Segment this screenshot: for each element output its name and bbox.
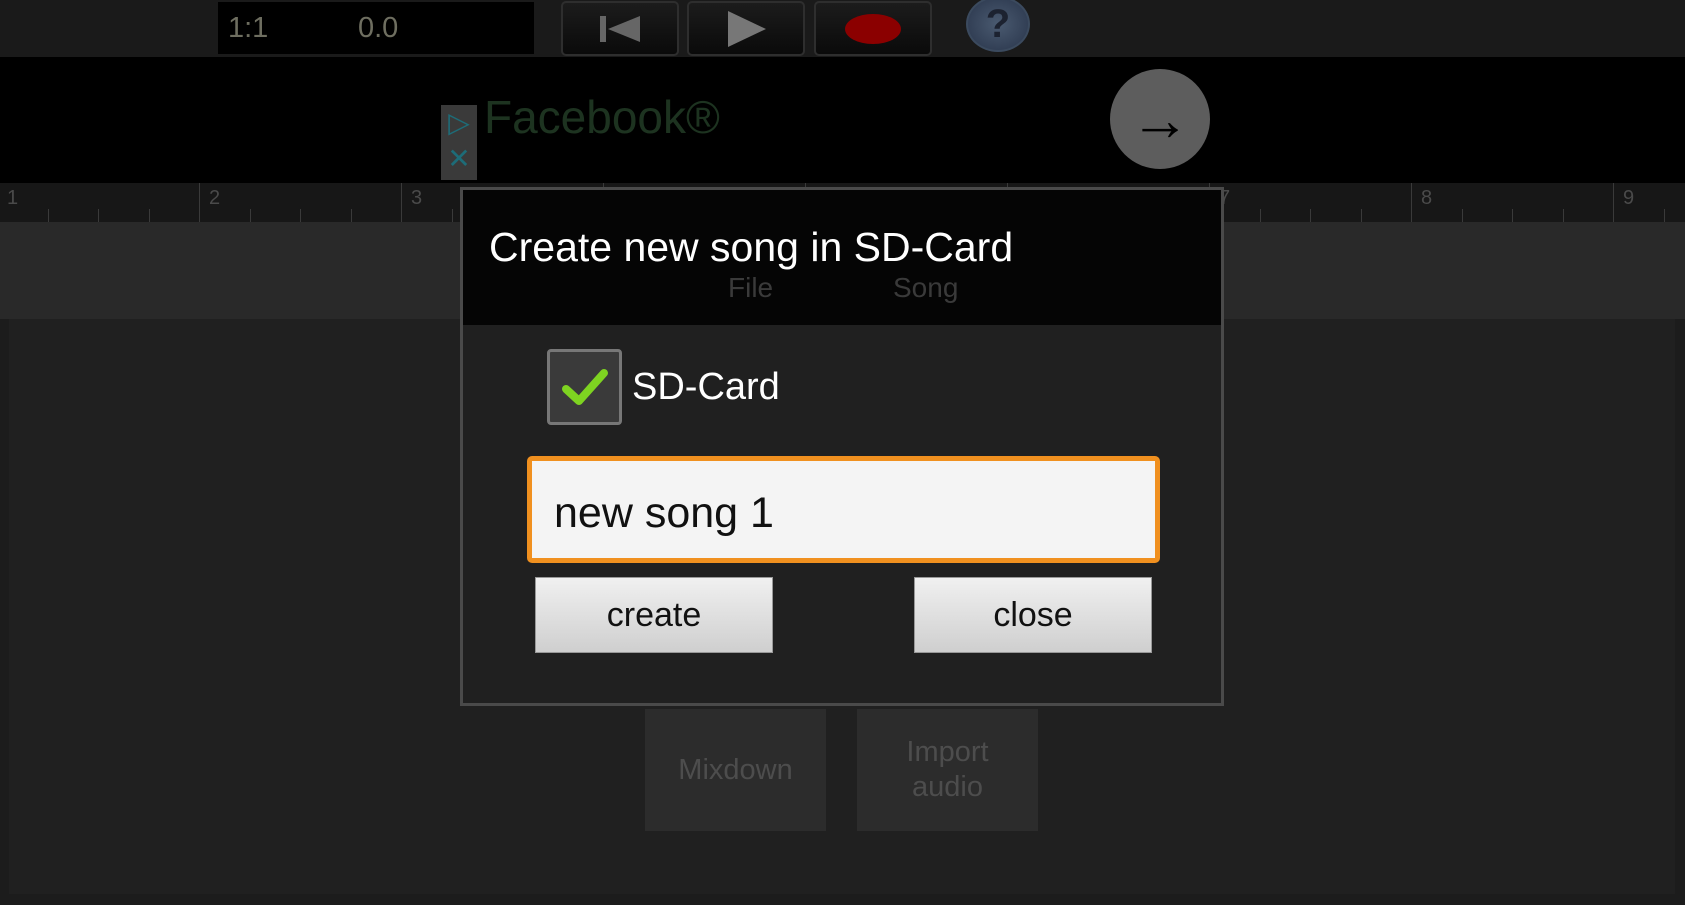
- bar-number: 8: [1421, 187, 1433, 209]
- help-icon: ?: [985, 1, 1011, 46]
- dialog-header: Create new song in SD-Card: [463, 190, 1221, 325]
- time-display: 1:1 0.0: [218, 2, 534, 54]
- beat-tick: [451, 209, 453, 222]
- create-button[interactable]: create: [535, 577, 773, 653]
- beat-tick: [47, 209, 49, 222]
- bar-number: 1: [7, 187, 19, 209]
- ad-choices[interactable]: ▷ ✕: [441, 105, 477, 180]
- help-button[interactable]: ?: [966, 0, 1030, 52]
- beat-tick: [1461, 209, 1463, 222]
- beat-tick: [1663, 209, 1665, 222]
- rewind-button[interactable]: [561, 1, 679, 56]
- beat-tick: [1259, 209, 1261, 222]
- bar-line: [199, 183, 200, 222]
- beat-tick: [1360, 209, 1362, 222]
- play-button[interactable]: [687, 1, 805, 56]
- ad-choices-icon: ▷: [448, 107, 470, 138]
- bar-line: [401, 183, 402, 222]
- record-button[interactable]: [814, 1, 932, 56]
- arrow-right-icon[interactable]: →: [1110, 69, 1210, 169]
- sd-card-label[interactable]: SD-Card: [632, 366, 780, 409]
- dialog-title: Create new song in SD-Card: [489, 224, 1014, 270]
- beat-tick: [1512, 209, 1513, 222]
- checkmark-icon: [561, 369, 608, 405]
- position-readout: 1:1: [228, 12, 269, 44]
- bar-number: 9: [1623, 187, 1635, 209]
- ad-banner[interactable]: [0, 57, 1685, 183]
- play-icon: [728, 10, 766, 47]
- beat-tick: [300, 209, 301, 222]
- skip-back-icon: [600, 15, 640, 42]
- close-icon[interactable]: ✕: [441, 141, 477, 177]
- beat-tick: [350, 209, 352, 222]
- beat-tick: [148, 209, 150, 222]
- bar-line: [1613, 183, 1614, 222]
- beat-tick: [249, 209, 251, 222]
- song-name-input[interactable]: new song 1: [527, 456, 1160, 563]
- beat-tick: [1562, 209, 1564, 222]
- close-button[interactable]: close: [914, 577, 1152, 653]
- beat-tick: [98, 209, 99, 222]
- bar-number: 3: [411, 187, 423, 209]
- bar-line: [1411, 183, 1412, 222]
- tab-file[interactable]: File: [728, 272, 773, 304]
- create-song-dialog: Create new song in SD-Card SD-Card new s…: [460, 187, 1224, 706]
- sd-card-checkbox[interactable]: [547, 349, 622, 425]
- time-readout: 0.0: [358, 12, 399, 44]
- record-icon: [845, 13, 901, 44]
- transport-bar: 1:1 0.0 ?: [0, 0, 1685, 57]
- mixdown-button[interactable]: Mixdown: [645, 709, 826, 831]
- bar-number: 2: [209, 187, 221, 209]
- ad-text[interactable]: Facebook®: [484, 90, 720, 144]
- import-audio-button[interactable]: Import audio: [857, 709, 1038, 831]
- beat-tick: [1310, 209, 1311, 222]
- tab-song[interactable]: Song: [893, 272, 958, 304]
